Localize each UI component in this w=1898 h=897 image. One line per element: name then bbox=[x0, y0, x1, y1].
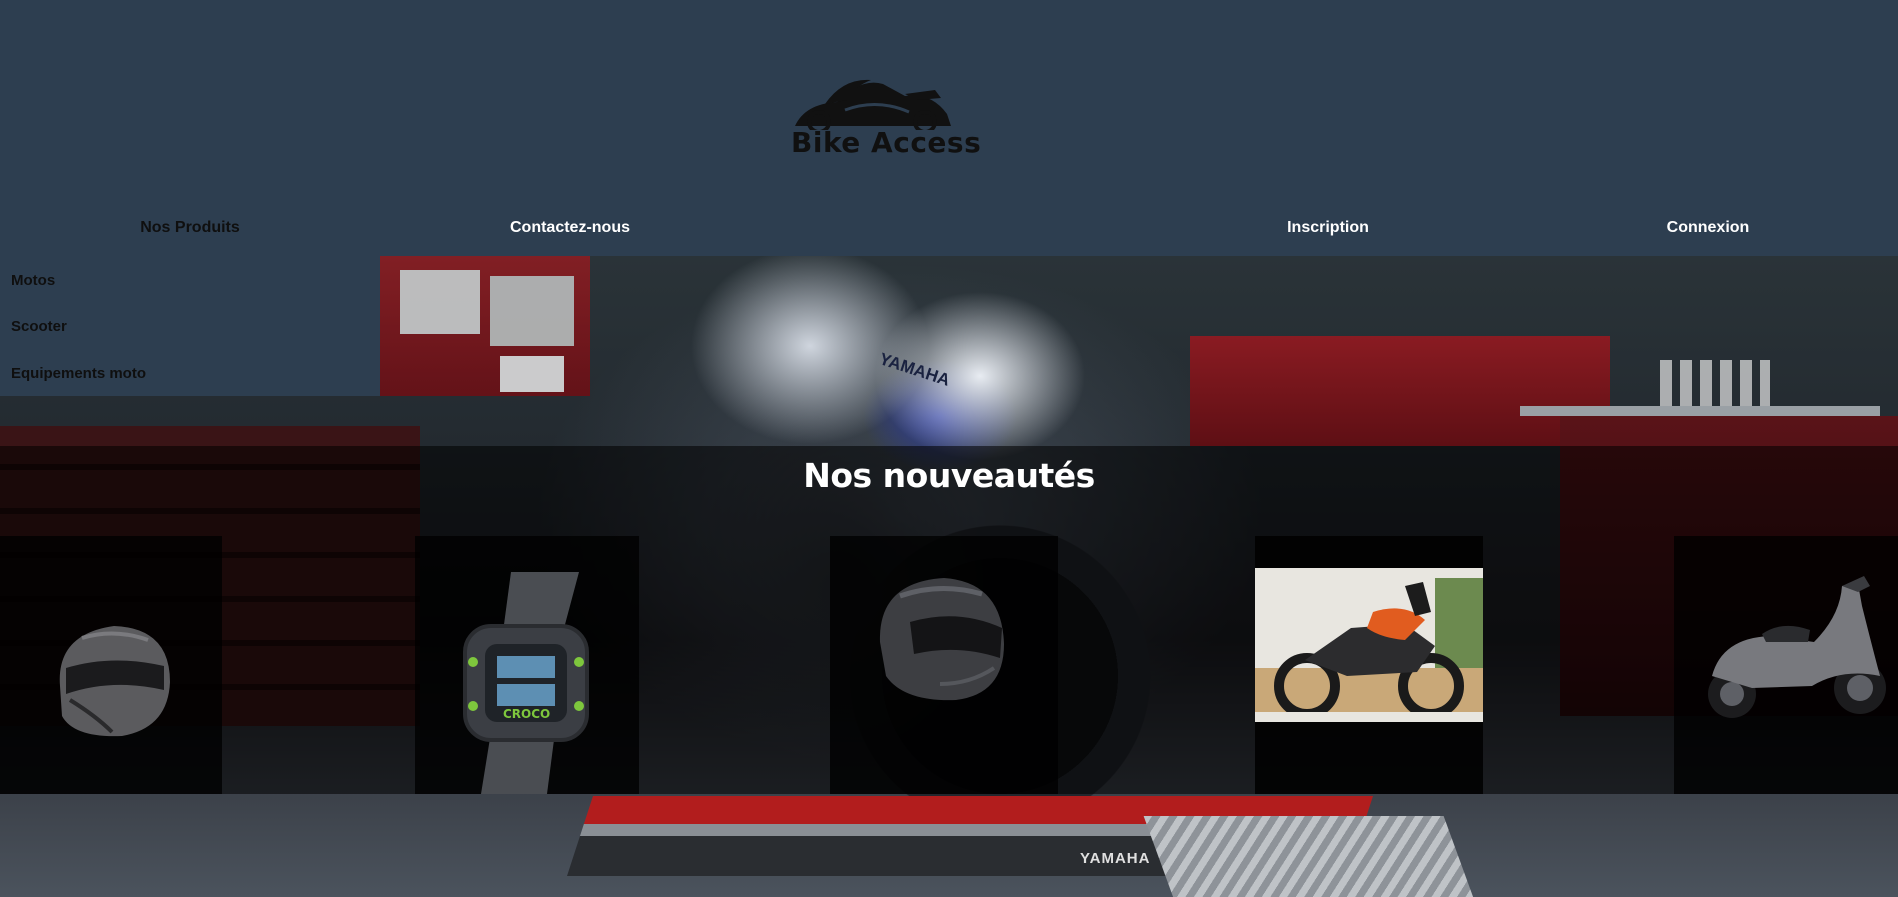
nav-login[interactable]: Connexion bbox=[1518, 219, 1898, 237]
news-section-title: Nos nouveautés bbox=[803, 456, 1095, 495]
motorcycle-logo-icon bbox=[795, 79, 951, 130]
shelf-bottles bbox=[1660, 360, 1770, 406]
wall-posters bbox=[380, 256, 590, 396]
bike-brand-text: YAMAHA bbox=[877, 349, 953, 390]
product-card-helmet-retro[interactable] bbox=[0, 536, 222, 794]
site-header: Bike Access Nos Produits Contactez-nous … bbox=[0, 0, 1898, 256]
product-card-helmet-modular[interactable] bbox=[830, 536, 1058, 794]
product-card-watch[interactable]: CROCO bbox=[415, 536, 639, 794]
brand-name: Bike Access bbox=[791, 126, 982, 159]
lift-brand-text: YAMAHA bbox=[1080, 850, 1151, 867]
watch-brand-text: CROCO bbox=[503, 707, 550, 721]
product-card-adventure-motorcycle[interactable] bbox=[1255, 536, 1483, 794]
brand-logo[interactable]: Bike Access bbox=[785, 74, 981, 164]
dropdown-item-equipements[interactable]: Equipements moto bbox=[11, 365, 146, 382]
lift-ramp bbox=[1143, 816, 1477, 897]
products-dropdown-menu: Motos Scooter Equipements moto bbox=[0, 256, 380, 396]
dropdown-item-motos[interactable]: Motos bbox=[11, 272, 55, 289]
product-card-maxi-scooter[interactable] bbox=[1674, 536, 1898, 794]
shelf bbox=[1520, 406, 1880, 416]
helmet-icon bbox=[59, 626, 170, 737]
watch-icon: CROCO bbox=[463, 572, 589, 794]
nav-products[interactable]: Nos Produits bbox=[0, 219, 380, 237]
scooter-icon bbox=[1708, 576, 1886, 718]
nav-signup[interactable]: Inscription bbox=[1138, 219, 1518, 237]
tool-cabinet-right bbox=[1190, 336, 1610, 446]
helmet-icon bbox=[879, 578, 1004, 701]
motorcycle-icon bbox=[1255, 568, 1483, 722]
nav-contact[interactable]: Contactez-nous bbox=[380, 219, 760, 237]
dropdown-item-scooter[interactable]: Scooter bbox=[11, 318, 67, 335]
